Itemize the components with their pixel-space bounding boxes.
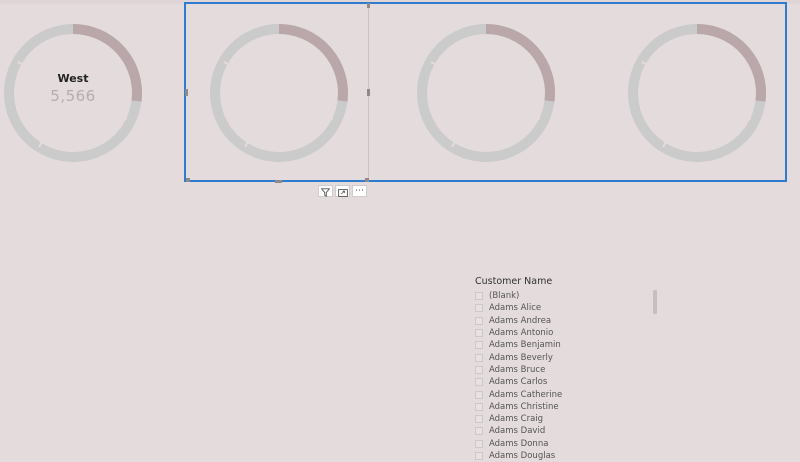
checkbox[interactable] [475, 316, 483, 325]
checkbox[interactable] [475, 292, 483, 301]
checkbox[interactable] [475, 329, 483, 338]
slicer-item-label: Adams Carlos [489, 377, 548, 388]
focus-mode-button[interactable] [335, 185, 350, 197]
slicer-item-label: Adams Catherine [489, 389, 563, 400]
slicer-item-label: Adams David [489, 426, 546, 437]
donut-center-value: 5,566 [50, 87, 96, 105]
filter-button[interactable] [318, 185, 333, 197]
checkbox[interactable] [475, 378, 483, 387]
focused-visual-frame[interactable] [187, 4, 369, 181]
slicer-item[interactable]: (Blank) [472, 290, 662, 302]
customer-name-slicer: Customer Name (Blank) Adams Alice Adams An… [472, 276, 662, 462]
slicer-item[interactable]: Adams David [472, 425, 662, 437]
slicer-item-label: Adams Andrea [489, 315, 552, 326]
slicer-item[interactable]: Adams Craig [472, 413, 662, 425]
slicer-item-label: Adams Bruce [489, 364, 546, 375]
slicer-item-label: Adams Christine [489, 401, 559, 412]
resize-handle-bottom-left[interactable] [186, 178, 190, 182]
slicer-item[interactable]: Adams Christine [472, 401, 662, 413]
report-canvas: West 5,566 ⋯ Customer Name (Blank) Adams… [0, 0, 800, 462]
slicer-item[interactable]: Adams Donna [472, 438, 662, 450]
slicer-item-label: Adams Craig [489, 414, 544, 425]
slicer-item-label: Adams Beverly [489, 352, 553, 363]
checkbox[interactable] [475, 390, 483, 399]
filter-icon [320, 182, 331, 201]
slicer-item-label: Adams Benjamin [489, 340, 561, 351]
resize-handle-bottom[interactable] [275, 180, 282, 183]
slicer-item-label: Adams Douglas [489, 451, 556, 461]
more-options-button[interactable]: ⋯ [352, 185, 367, 197]
checkbox[interactable] [475, 341, 483, 350]
checkbox[interactable] [475, 415, 483, 424]
slicer-item[interactable]: Adams Bruce [472, 364, 662, 376]
checkbox[interactable] [475, 452, 483, 460]
slicer-item[interactable]: Adams Catherine [472, 388, 662, 400]
resize-handle-bottom-right[interactable] [365, 178, 369, 182]
checkbox[interactable] [475, 365, 483, 374]
slicer-scrollbar[interactable] [653, 290, 657, 314]
visual-header-toolbar: ⋯ [318, 185, 367, 198]
donut-center-label: West [57, 72, 89, 85]
resize-handle-left[interactable] [185, 89, 188, 96]
slicer-item[interactable]: Adams Carlos [472, 376, 662, 388]
checkbox[interactable] [475, 304, 483, 313]
more-options-icon: ⋯ [355, 186, 364, 196]
slicer-item[interactable]: Adams Beverly [472, 351, 662, 363]
resize-handle-top-right[interactable] [367, 3, 370, 8]
checkbox[interactable] [475, 353, 483, 362]
checkbox[interactable] [475, 402, 483, 411]
checkbox[interactable] [475, 427, 483, 436]
slicer-item[interactable]: Adams Douglas [472, 450, 662, 462]
slicer-item-label: Adams Alice [489, 303, 542, 314]
donut-segment-divider [117, 114, 128, 120]
focus-mode-icon [337, 182, 348, 201]
resize-handle-right[interactable] [367, 89, 370, 96]
slicer-item[interactable]: Adams Alice [472, 302, 662, 314]
slicer-item-label: Adams Antonio [489, 328, 554, 339]
slicer-list: (Blank) Adams Alice Adams Andrea Adams Anto… [472, 290, 662, 462]
slicer-item-label: Adams Donna [489, 438, 549, 449]
slicer-item[interactable]: Adams Antonio [472, 327, 662, 339]
slicer-item-label: (Blank) [489, 291, 520, 302]
slicer-item[interactable]: Adams Benjamin [472, 339, 662, 351]
slicer-title: Customer Name [475, 276, 553, 287]
checkbox[interactable] [475, 439, 483, 448]
donut-chart-west[interactable]: West 5,566 [2, 22, 144, 164]
slicer-item[interactable]: Adams Andrea [472, 315, 662, 327]
